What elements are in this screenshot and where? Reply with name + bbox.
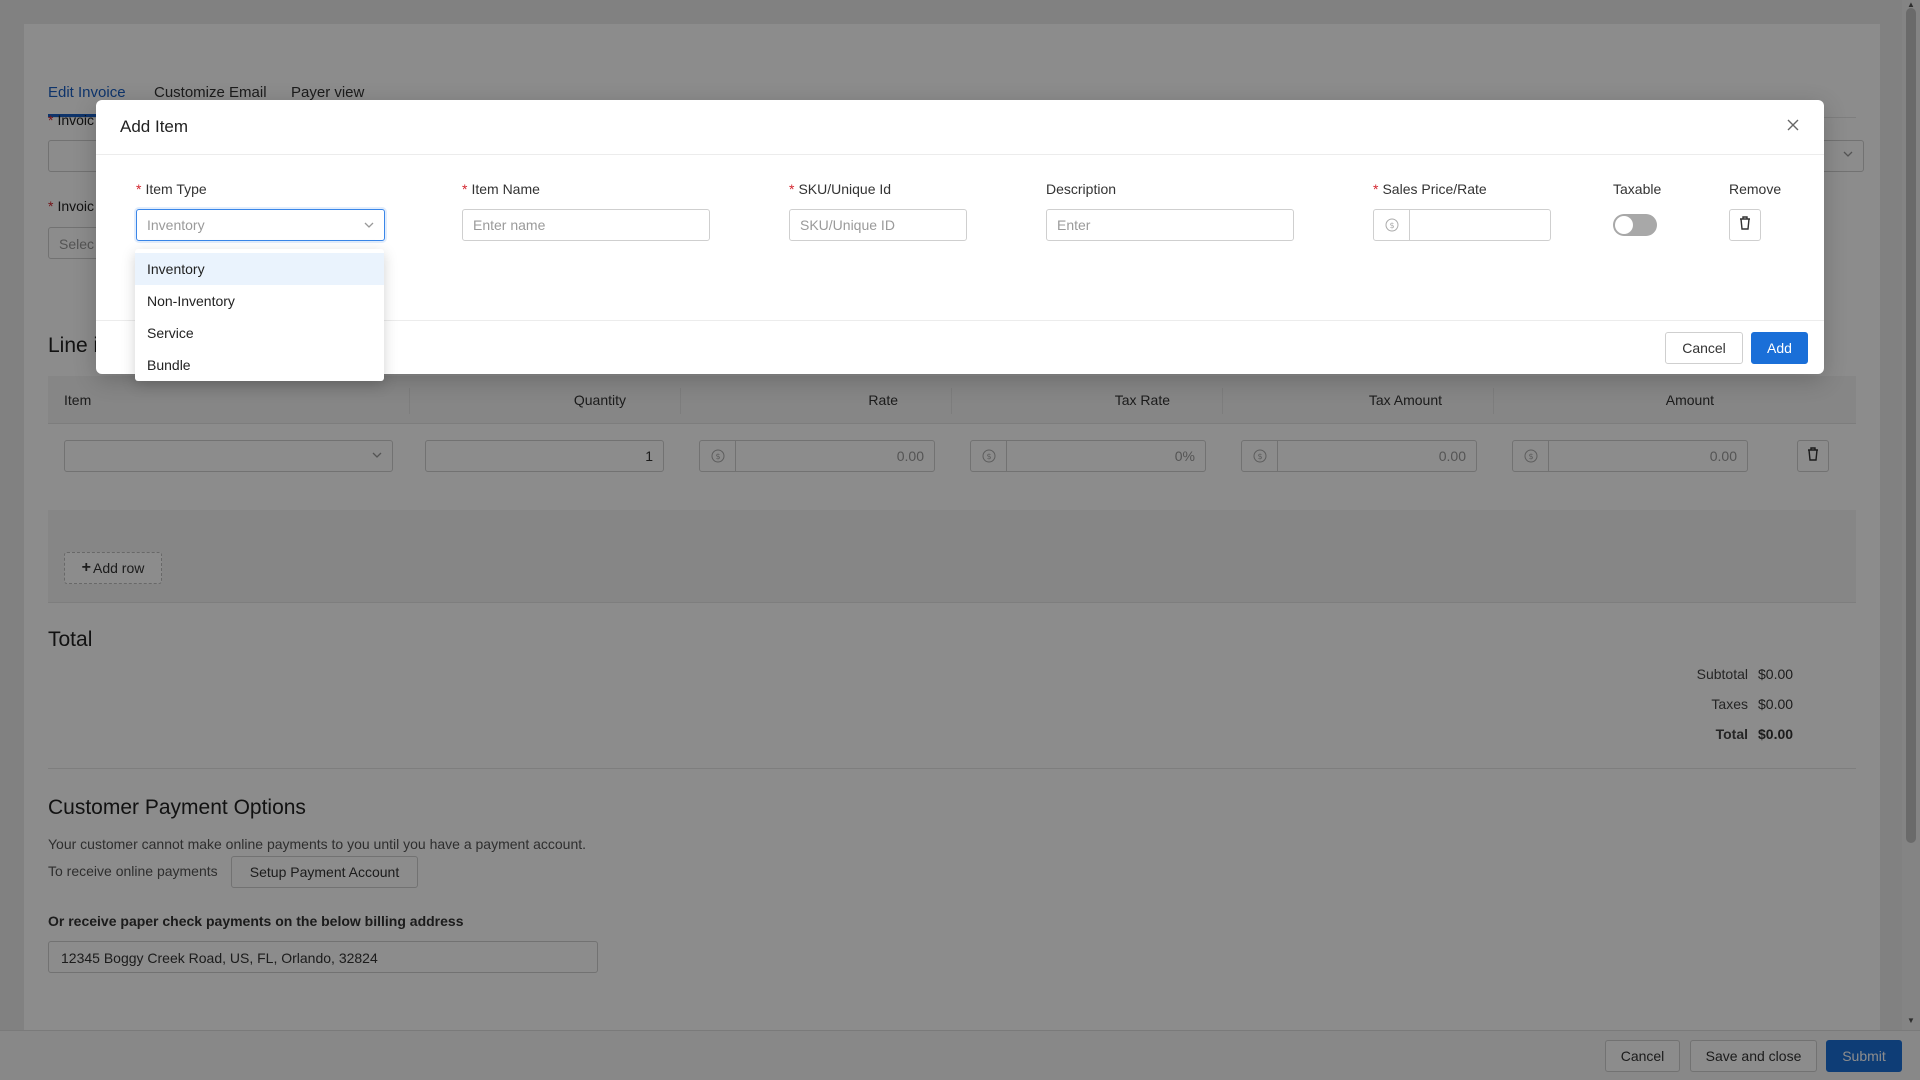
sku-label: * SKU/Unique Id [789,181,892,197]
modal-title: Add Item [120,117,189,136]
description-placeholder: Enter [1057,217,1091,233]
remove-label: Remove [1729,181,1782,197]
description-input[interactable]: Enter [1046,209,1294,241]
chevron-down-icon [362,218,376,235]
item-type-dropdown: Inventory Non-Inventory Service Bundle [135,249,384,381]
dropdown-option-bundle[interactable]: Bundle [135,349,384,381]
taxable-toggle[interactable] [1613,214,1657,236]
dollar-icon: $ [1374,210,1410,240]
item-type-select[interactable]: Inventory [136,209,385,241]
sku-placeholder: SKU/Unique ID [800,217,895,233]
sales-price-input[interactable]: $ [1373,209,1551,241]
item-name-placeholder: Enter name [473,217,546,233]
modal-add-button[interactable]: Add [1751,332,1808,364]
item-name-label: * Item Name [462,181,540,197]
item-type-label: * Item Type [136,181,207,197]
toggle-knob [1615,216,1633,234]
taxable-label: Taxable [1613,181,1662,197]
item-name-input[interactable]: Enter name [462,209,710,241]
trash-icon [1738,215,1752,235]
modal-cancel-button[interactable]: Cancel [1665,332,1743,364]
sales-price-label: * Sales Price/Rate [1373,181,1487,197]
modal-header-divider [96,154,1824,155]
sku-input[interactable]: SKU/Unique ID [789,209,967,241]
dropdown-option-non-inventory[interactable]: Non-Inventory [135,285,384,317]
dropdown-option-inventory[interactable]: Inventory [135,253,384,285]
description-label: Description [1046,181,1117,197]
dropdown-option-service[interactable]: Service [135,317,384,349]
remove-item-button[interactable] [1729,209,1761,241]
close-icon[interactable] [1782,114,1804,136]
svg-text:$: $ [1389,221,1394,230]
item-type-value: Inventory [147,217,205,233]
